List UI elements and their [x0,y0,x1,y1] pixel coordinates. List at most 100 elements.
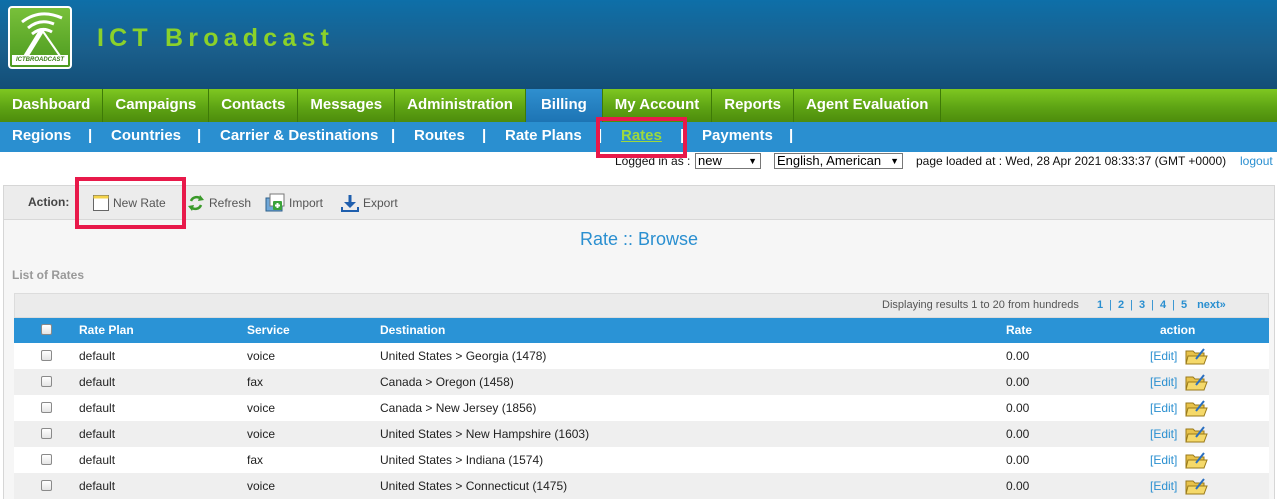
subnav-payments[interactable]: Payments [702,122,773,152]
refresh-button[interactable]: Refresh [186,192,251,214]
row-checkbox[interactable] [41,350,52,361]
dropdown-arrow-icon: ▼ [748,156,757,166]
select-all-checkbox[interactable] [41,324,52,335]
content-panel: Action: New Rate Refresh Import Export R… [3,185,1275,499]
rates-table: Displaying results 1 to 20 from hundreds… [14,293,1269,499]
cell-rate-plan: default [79,453,116,467]
cell-rate: 0.00 [1006,479,1030,493]
dropdown-arrow-icon: ▼ [890,156,899,166]
cell-rate: 0.00 [1006,427,1030,441]
new-document-icon [93,195,109,211]
app-header: ICTBROADCAST ICT Broadcast [0,0,1277,89]
app-title: ICT Broadcast [97,24,335,52]
cell-destination: Canada > Oregon (1458) [380,375,514,389]
column-header-service[interactable]: Service [247,323,290,337]
main-nav: Dashboard Campaigns Contacts Messages Ad… [0,89,1277,122]
import-icon [265,193,285,212]
nav-campaigns[interactable]: Campaigns [103,89,210,122]
page-link-3[interactable]: 3 [1139,299,1145,311]
cell-rate-plan: default [79,427,116,441]
nav-messages[interactable]: Messages [298,89,396,122]
cell-destination: United States > New Hampshire (1603) [380,427,590,441]
edit-link[interactable]: [Edit] [1150,401,1177,415]
cell-service: voice [247,401,276,415]
new-rate-label: New Rate [113,196,166,210]
export-button[interactable]: Export [340,192,398,214]
subnav-rates[interactable]: Rates [621,122,662,152]
row-checkbox[interactable] [41,480,52,491]
cell-destination: Canada > New Jersey (1856) [380,401,537,415]
export-label: Export [363,196,398,210]
subnav-separator: | [789,127,794,144]
status-bar: Logged in as : new ▼ English, American ▼… [0,152,1277,172]
edit-link[interactable]: [Edit] [1150,349,1177,363]
subnav-separator: | [197,127,202,144]
page-link-2[interactable]: 2 [1118,299,1124,311]
nav-billing[interactable]: Billing [525,89,603,122]
nav-dashboard[interactable]: Dashboard [0,89,104,122]
folder-open-icon[interactable] [1184,397,1208,419]
cell-rate: 0.00 [1006,349,1030,363]
subnav-regions[interactable]: Regions [12,122,71,152]
new-rate-button[interactable]: New Rate [92,192,166,214]
cell-service: voice [247,427,276,441]
row-checkbox[interactable] [41,454,52,465]
logout-link[interactable]: logout [1240,154,1273,168]
import-button[interactable]: Import [264,192,323,214]
nav-contacts[interactable]: Contacts [209,89,299,122]
row-checkbox[interactable] [41,428,52,439]
subnav-countries[interactable]: Countries [111,122,181,152]
column-header-rate-plan[interactable]: Rate Plan [79,323,134,337]
page-link-4[interactable]: 4 [1160,299,1166,311]
cell-rate: 0.00 [1006,375,1030,389]
edit-link[interactable]: [Edit] [1150,427,1177,441]
folder-open-icon[interactable] [1184,371,1208,393]
subnav-routes[interactable]: Routes [414,122,465,152]
nav-my-account[interactable]: My Account [603,89,713,122]
language-select[interactable]: English, American ▼ [774,153,903,169]
nav-reports[interactable]: Reports [712,89,794,122]
logo-text: ICTBROADCAST [12,55,68,65]
table-row: default fax United States > Indiana (157… [14,447,1269,473]
nav-agent-evaluation[interactable]: Agent Evaluation [794,89,942,122]
page-next-link[interactable]: next» [1197,299,1226,311]
refresh-label: Refresh [209,196,252,210]
column-header-rate[interactable]: Rate [1006,323,1032,337]
pager-links: 1 | 2 | 3 | 4 | 5 next» [1097,299,1226,311]
edit-link[interactable]: [Edit] [1150,479,1177,493]
language-select-value: English, American [777,153,882,168]
page-link-5[interactable]: 5 [1181,299,1187,311]
cell-service: fax [247,375,264,389]
action-label: Action: [28,195,70,209]
cell-rate: 0.00 [1006,401,1030,415]
export-icon [341,195,359,212]
cell-rate: 0.00 [1006,453,1030,467]
broadcast-logo-icon [21,12,63,58]
edit-link[interactable]: [Edit] [1150,375,1177,389]
user-select[interactable]: new ▼ [695,153,761,169]
row-checkbox[interactable] [41,376,52,387]
subnav-separator: | [88,127,93,144]
cell-rate-plan: default [79,375,116,389]
cell-destination: United States > Connecticut (1475) [380,479,568,493]
table-header: Rate Plan Service Destination Rate actio… [14,318,1269,343]
folder-open-icon[interactable] [1184,449,1208,471]
column-header-destination[interactable]: Destination [380,323,445,337]
subnav-carrier-destinations[interactable]: Carrier & Destinations [220,122,378,152]
table-row: default fax Canada > Oregon (1458) 0.00 … [14,369,1269,395]
nav-administration[interactable]: Administration [395,89,526,122]
row-checkbox[interactable] [41,402,52,413]
folder-open-icon[interactable] [1184,475,1208,497]
folder-open-icon[interactable] [1184,423,1208,445]
cell-destination: United States > Georgia (1478) [380,349,547,363]
cell-rate-plan: default [79,401,116,415]
edit-link[interactable]: [Edit] [1150,453,1177,467]
subnav-separator: | [680,127,685,144]
cell-rate-plan: default [79,479,116,493]
folder-open-icon[interactable] [1184,345,1208,367]
page-link-1[interactable]: 1 [1097,299,1103,311]
refresh-icon [188,195,204,211]
subnav-rate-plans[interactable]: Rate Plans [505,122,582,152]
table-row: default voice Canada > New Jersey (1856)… [14,395,1269,421]
app-logo[interactable]: ICTBROADCAST [8,6,72,69]
